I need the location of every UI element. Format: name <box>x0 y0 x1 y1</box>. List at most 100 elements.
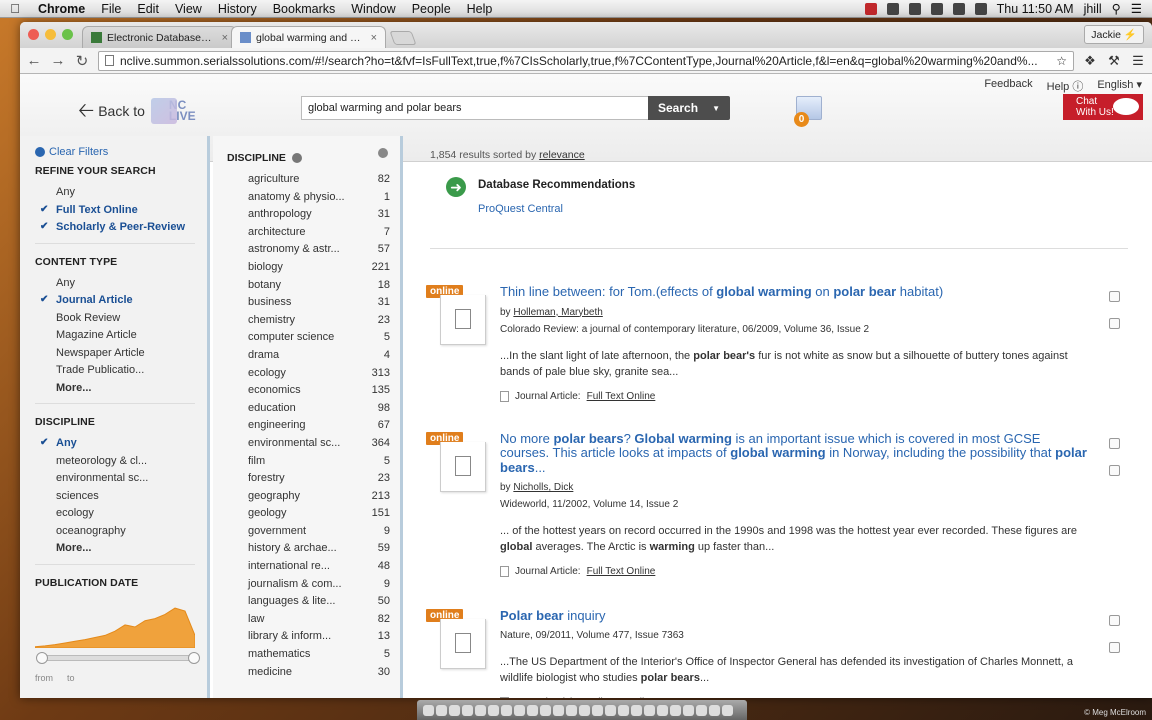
notifications-icon[interactable]: ☰ <box>1131 1 1142 16</box>
sort-relevance-link[interactable]: relevance <box>539 149 585 161</box>
content-newspaper-article[interactable]: Newspaper Article <box>35 347 195 365</box>
menu-view[interactable]: View <box>167 2 210 16</box>
dock-app-icon[interactable] <box>475 704 486 716</box>
discipline-row[interactable]: business 31 <box>227 296 390 314</box>
dock-app-icon[interactable] <box>462 704 473 716</box>
discipline-row[interactable]: law 82 <box>227 613 390 631</box>
minimize-window-button[interactable] <box>45 29 56 40</box>
content-more-link[interactable]: More... <box>35 382 195 400</box>
document-thumbnail[interactable] <box>440 619 486 669</box>
language-select[interactable]: English ▾ <box>1097 78 1142 94</box>
discipline-row[interactable]: chemistry 23 <box>227 314 390 332</box>
help-link[interactable]: Help ⓘ <box>1047 78 1084 94</box>
discipline-row[interactable]: ecology 313 <box>227 367 390 385</box>
menu-file[interactable]: File <box>93 2 129 16</box>
back-to-nclive-link[interactable]: 🡠 Back to NC LIVE <box>78 98 196 124</box>
profile-button[interactable]: Jackie ⚡ <box>1084 25 1144 44</box>
dock-app-icon[interactable] <box>449 704 460 716</box>
menu-history[interactable]: History <box>210 2 265 16</box>
content-any[interactable]: Any <box>35 277 195 295</box>
extension-icon[interactable]: ❖ <box>1082 53 1098 69</box>
menu-user[interactable]: jhill <box>1084 2 1102 16</box>
full-text-link[interactable]: Full Text Online <box>587 391 656 402</box>
content-magazine-article[interactable]: Magazine Article <box>35 329 195 347</box>
recording-icon[interactable] <box>864 2 877 15</box>
discipline-row[interactable]: journalism & com... 9 <box>227 578 390 596</box>
dock-app-icon[interactable] <box>488 704 499 716</box>
discipline-row[interactable]: botany 18 <box>227 279 390 297</box>
discipline-row[interactable]: agriculture 82 <box>227 173 390 191</box>
refine-scholarly[interactable]: Scholarly & Peer-Review <box>35 221 207 239</box>
menu-people[interactable]: People <box>404 2 459 16</box>
menu-edit[interactable]: Edit <box>129 2 167 16</box>
dock-app-icon[interactable] <box>670 704 681 716</box>
slider-start-handle[interactable] <box>36 651 48 664</box>
discipline-row[interactable]: geography 213 <box>227 490 390 508</box>
dock-app-icon[interactable] <box>631 704 642 716</box>
discipline-oceanography[interactable]: oceanography <box>35 525 195 543</box>
date-from-input[interactable]: from <box>35 673 53 683</box>
tab-search-results[interactable]: global warming and polar × <box>231 26 386 48</box>
proquest-central-link[interactable]: ProQuest Central <box>478 203 1128 215</box>
discipline-row[interactable]: history & archae... 59 <box>227 542 390 560</box>
new-tab-button[interactable] <box>389 31 417 45</box>
zoom-window-button[interactable] <box>62 29 73 40</box>
chat-with-us-button[interactable]: Chat With Us! <box>1063 94 1143 120</box>
battery-icon[interactable] <box>974 2 987 15</box>
refine-any[interactable]: Any <box>35 186 207 204</box>
dock-app-icon[interactable] <box>436 704 447 716</box>
search-input[interactable]: global warming and polar bears <box>301 96 649 120</box>
dock-app-icon[interactable] <box>644 704 655 716</box>
dock-app-icon[interactable] <box>540 704 551 716</box>
content-trade-publication[interactable]: Trade Publicatio... <box>35 364 195 382</box>
bookmark-star-icon[interactable]: ☆ <box>1056 54 1067 68</box>
discipline-row[interactable]: government 9 <box>227 525 390 543</box>
save-to-folder-icon[interactable] <box>1109 464 1120 476</box>
dock-app-icon[interactable] <box>579 704 590 716</box>
discipline-row[interactable]: international re... 48 <box>227 560 390 578</box>
dock-app-icon[interactable] <box>423 704 434 716</box>
date-to-input[interactable]: to <box>67 673 75 683</box>
menu-window[interactable]: Window <box>343 2 403 16</box>
feedback-link[interactable]: Feedback <box>984 78 1032 94</box>
document-thumbnail[interactable] <box>440 295 486 345</box>
content-book-review[interactable]: Book Review <box>35 312 195 330</box>
result-title-link[interactable]: Thin line between: for Tom.(effects of g… <box>500 284 1088 300</box>
menu-clock[interactable]: Thu 11:50 AM <box>997 2 1074 16</box>
dock-app-icon[interactable] <box>683 704 694 716</box>
search-button[interactable]: Search ▼ <box>648 96 730 120</box>
discipline-row[interactable]: economics 135 <box>227 384 390 402</box>
refine-full-text[interactable]: Full Text Online <box>35 204 207 222</box>
date-range-slider[interactable] <box>36 651 200 664</box>
discipline-row[interactable]: computer science 5 <box>227 331 390 349</box>
discipline-row[interactable]: engineering 67 <box>227 419 390 437</box>
dock-app-icon[interactable] <box>566 704 577 716</box>
address-bar[interactable]: nclive.summon.serialssolutions.com/#!/se… <box>98 50 1074 71</box>
menu-bookmarks[interactable]: Bookmarks <box>265 2 344 16</box>
full-text-link[interactable]: Full Text Online <box>587 697 656 699</box>
saved-items-folder[interactable]: 0 <box>794 96 822 127</box>
menu-help[interactable]: Help <box>459 2 501 16</box>
reload-icon[interactable]: ↻ <box>74 52 90 70</box>
discipline-row[interactable]: astronomy & astr... 57 <box>227 243 390 261</box>
arrow-right-icon[interactable] <box>291 153 302 163</box>
clear-filters-link[interactable]: Clear Filters <box>35 146 207 158</box>
discipline-row[interactable]: geology 151 <box>227 507 390 525</box>
spotlight-icon[interactable]: ⚲ <box>1112 1 1121 16</box>
discipline-row[interactable]: drama 4 <box>227 349 390 367</box>
discipline-row[interactable]: education 98 <box>227 402 390 420</box>
preview-icon[interactable] <box>1109 437 1120 449</box>
dock-app-icon[interactable] <box>709 704 720 716</box>
discipline-row[interactable]: anatomy & physio... 1 <box>227 191 390 209</box>
discipline-row[interactable]: film 5 <box>227 455 390 473</box>
menu-app-name[interactable]: Chrome <box>30 2 93 16</box>
discipline-row[interactable]: medicine 30 <box>227 666 390 684</box>
chrome-menu-icon[interactable]: ☰ <box>1130 53 1146 69</box>
close-window-button[interactable] <box>28 29 39 40</box>
discipline-row[interactable]: environmental sc... 364 <box>227 437 390 455</box>
chevron-down-icon[interactable]: ▼ <box>712 104 720 113</box>
dock-app-icon[interactable] <box>514 704 525 716</box>
discipline-row[interactable]: forestry 23 <box>227 472 390 490</box>
back-arrow-icon[interactable]: ← <box>26 52 42 69</box>
discipline-meteorology[interactable]: meteorology & cl... <box>35 455 195 473</box>
